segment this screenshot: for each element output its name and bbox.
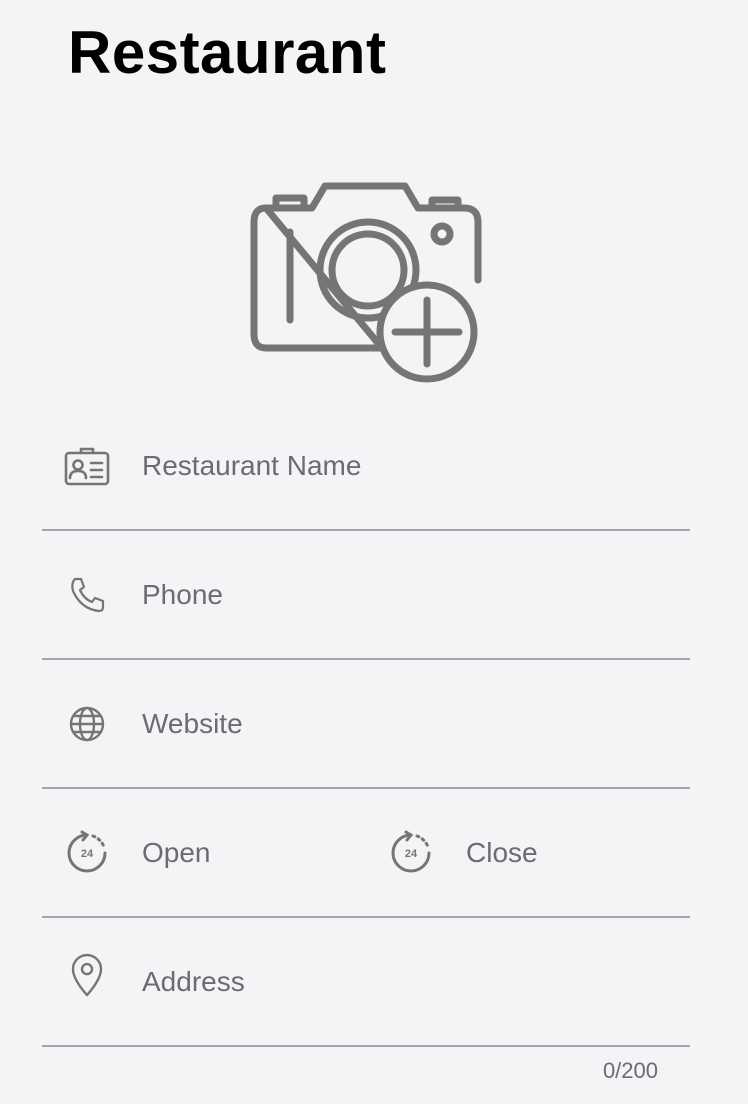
id-card-icon — [64, 443, 110, 489]
phone-icon — [64, 572, 110, 618]
phone-input[interactable] — [142, 572, 662, 617]
open-time-input[interactable] — [142, 830, 342, 875]
address-field — [42, 918, 690, 1047]
website-field — [42, 660, 690, 789]
website-input[interactable] — [142, 701, 662, 746]
add-photo-button[interactable] — [250, 178, 482, 386]
close-time-input[interactable] — [466, 830, 666, 875]
svg-text:24: 24 — [405, 848, 418, 860]
open-time-field: 24 — [42, 789, 366, 916]
page-title: Restaurant — [68, 19, 387, 86]
hours-field: 24 24 — [42, 789, 690, 918]
address-character-counter: 0/200 — [602, 1058, 658, 1083]
close-time-field: 24 — [366, 789, 690, 916]
globe-icon — [64, 701, 110, 747]
address-input[interactable] — [142, 959, 662, 1004]
phone-field — [42, 531, 690, 660]
svg-text:24: 24 — [81, 848, 94, 860]
camera-add-icon — [250, 182, 482, 383]
location-pin-icon — [64, 952, 110, 998]
restaurant-name-input[interactable] — [142, 443, 662, 488]
clock-24-icon: 24 — [388, 830, 434, 876]
restaurant-form-page: Restaurant Restaurant Name Phone Website… — [0, 0, 748, 1104]
clock-24-icon: 24 — [64, 830, 110, 876]
restaurant-name-field — [42, 402, 690, 531]
